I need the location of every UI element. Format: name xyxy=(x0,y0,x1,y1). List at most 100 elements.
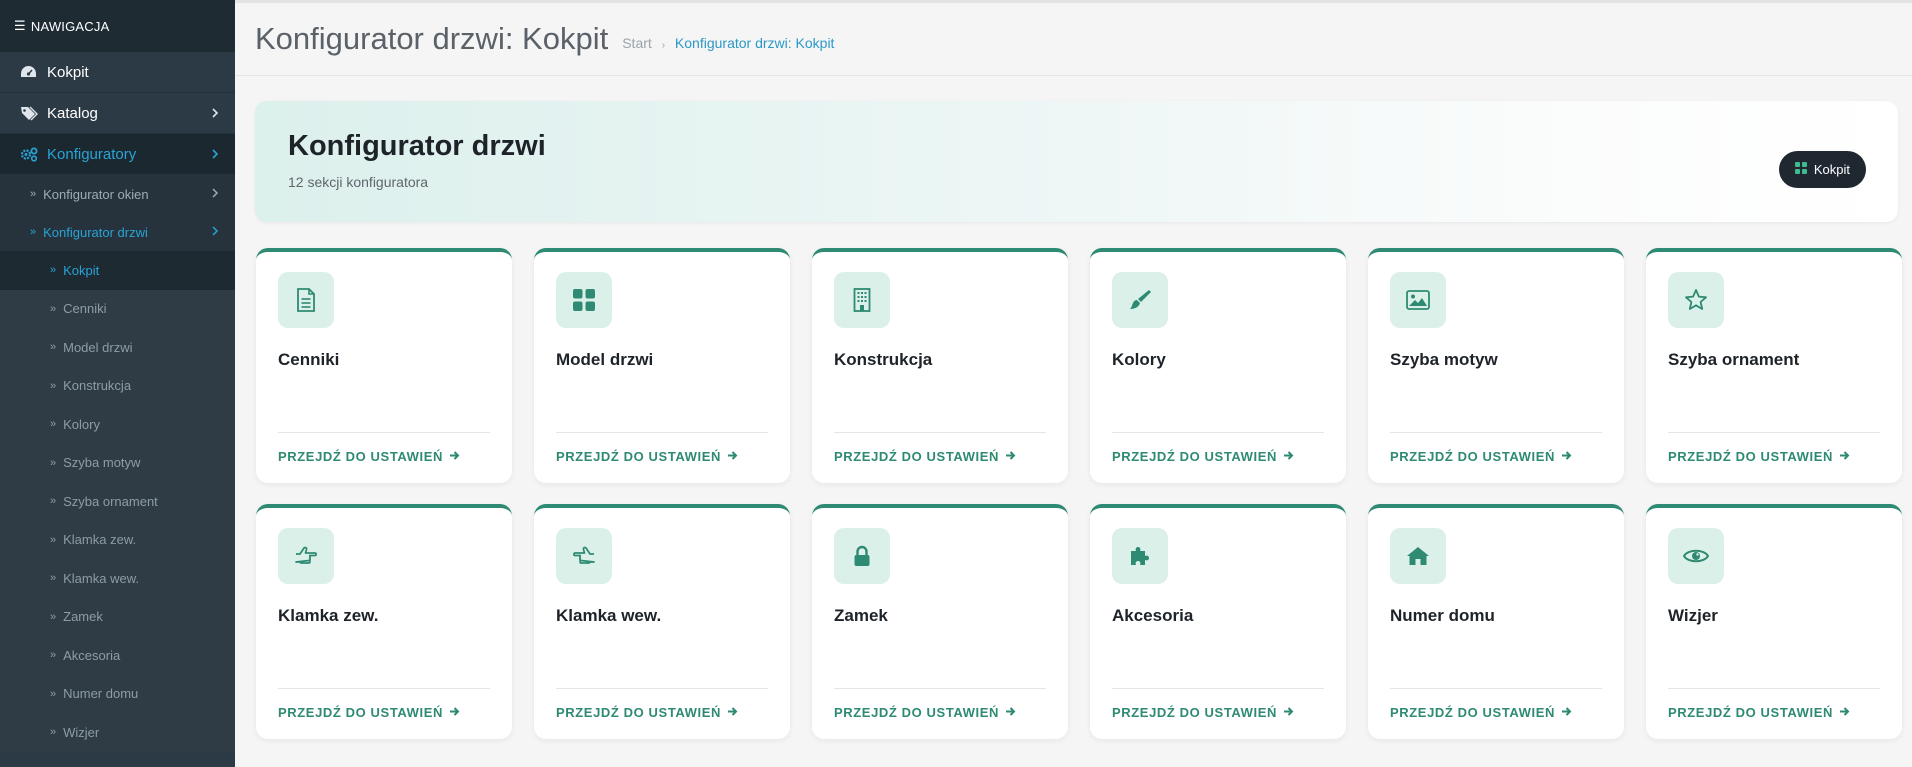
card-link-label: PRZEJDŹ DO USTAWIEŃ xyxy=(834,705,1000,720)
arrow-right-icon xyxy=(1283,449,1294,464)
card-wizjer[interactable]: Wizjer PRZEJDŹ DO USTAWIEŃ xyxy=(1646,504,1902,739)
puzzle-icon xyxy=(1112,528,1168,584)
double-chevron-icon: » xyxy=(50,495,57,508)
card-link[interactable]: PRZEJDŹ DO USTAWIEŃ xyxy=(1112,449,1294,464)
breadcrumb-home[interactable]: Start xyxy=(622,35,652,51)
sidebar-item-label: Kolory xyxy=(63,416,100,432)
card-szyba-motyw[interactable]: Szyba motyw PRZEJDŹ DO USTAWIEŃ xyxy=(1368,248,1624,483)
double-chevron-icon: » xyxy=(30,188,37,200)
sidebar-item-kokpit-drzwi[interactable]: » Kokpit xyxy=(0,251,235,290)
card-link[interactable]: PRZEJDŹ DO USTAWIEŃ xyxy=(1668,705,1850,720)
lock-icon xyxy=(834,528,890,584)
card-link-label: PRZEJDŹ DO USTAWIEŃ xyxy=(1668,705,1834,720)
arrow-right-icon xyxy=(1005,449,1016,464)
card-link[interactable]: PRZEJDŹ DO USTAWIEŃ xyxy=(278,705,460,720)
arrow-right-icon xyxy=(449,449,460,464)
tags-icon xyxy=(20,106,42,121)
nav-header[interactable]: ☰ NAWIGACJA xyxy=(0,0,235,52)
arrow-right-icon xyxy=(727,449,738,464)
sidebar-item-katalog[interactable]: Katalog xyxy=(0,93,235,134)
card-konstrukcja[interactable]: Konstrukcja PRZEJDŹ DO USTAWIEŃ xyxy=(812,248,1068,483)
card-link[interactable]: PRZEJDŹ DO USTAWIEŃ xyxy=(556,705,738,720)
sidebar-item-wizjer[interactable]: » Wizjer xyxy=(0,713,235,752)
card-link[interactable]: PRZEJDŹ DO USTAWIEŃ xyxy=(834,705,1016,720)
card-klamka-wew[interactable]: Klamka wew. PRZEJDŹ DO USTAWIEŃ xyxy=(534,504,790,739)
double-chevron-icon: » xyxy=(50,687,57,700)
sidebar-item-label: Konfiguratory xyxy=(47,145,137,163)
sidebar-item-konfigurator-okien[interactable]: » Konfigurator okien xyxy=(0,175,235,213)
card-title: Klamka zew. xyxy=(278,606,379,625)
sidebar-item-cenniki[interactable]: » Cenniki xyxy=(0,290,235,329)
double-chevron-icon: » xyxy=(30,226,37,238)
card-link[interactable]: PRZEJDŹ DO USTAWIEŃ xyxy=(1390,705,1572,720)
arrow-right-icon xyxy=(1839,449,1850,464)
card-title: Zamek xyxy=(834,606,888,625)
chevron-right-icon xyxy=(211,106,219,123)
divider xyxy=(1390,688,1602,689)
double-chevron-icon: » xyxy=(50,302,57,315)
sidebar-item-konfigurator-drzwi[interactable]: » Konfigurator drzwi xyxy=(0,213,235,251)
card-title: Cenniki xyxy=(278,350,340,369)
sidebar-item-konstrukcja[interactable]: » Konstrukcja xyxy=(0,367,235,406)
card-szyba-ornament[interactable]: Szyba ornament PRZEJDŹ DO USTAWIEŃ xyxy=(1646,248,1902,483)
card-link-label: PRZEJDŹ DO USTAWIEŃ xyxy=(1112,449,1278,464)
sidebar-item-label: Konfigurator drzwi xyxy=(43,224,148,240)
card-cenniki[interactable]: Cenniki PRZEJDŹ DO USTAWIEŃ xyxy=(256,248,512,483)
sidebar-item-szyba-motyw[interactable]: » Szyba motyw xyxy=(0,444,235,483)
breadcrumb-current[interactable]: Konfigurator drzwi: Kokpit xyxy=(675,35,835,51)
sidebar-item-numer-domu[interactable]: » Numer domu xyxy=(0,675,235,714)
divider xyxy=(1112,432,1324,433)
card-link-label: PRZEJDŹ DO USTAWIEŃ xyxy=(1390,705,1556,720)
kokpit-button-label: Kokpit xyxy=(1813,162,1850,177)
card-link[interactable]: PRZEJDŹ DO USTAWIEŃ xyxy=(556,449,738,464)
sidebar-item-kolory[interactable]: » Kolory xyxy=(0,405,235,444)
card-title: Konstrukcja xyxy=(834,350,933,369)
submenu-konfigurator-drzwi: » Kokpit » Cenniki » Model drzwi » Konstrukc… xyxy=(0,251,235,752)
double-chevron-icon: » xyxy=(50,379,57,392)
menu-icon: ☰ xyxy=(14,18,26,33)
building-icon xyxy=(834,272,890,328)
sidebar-item-label: Numer domu xyxy=(63,686,139,702)
hero-title: Konfigurator drzwi xyxy=(288,130,546,162)
card-numer-domu[interactable]: Numer domu PRZEJDŹ DO USTAWIEŃ xyxy=(1368,504,1624,739)
card-link[interactable]: PRZEJDŹ DO USTAWIEŃ xyxy=(1668,449,1850,464)
double-chevron-icon: » xyxy=(50,533,57,546)
hero-subtitle: 12 sekcji konfiguratora xyxy=(288,174,429,190)
kokpit-button[interactable]: Kokpit xyxy=(1778,151,1866,188)
card-kolory[interactable]: Kolory PRZEJDŹ DO USTAWIEŃ xyxy=(1090,248,1346,483)
dashboard-icon xyxy=(20,65,42,79)
card-klamka-zew[interactable]: Klamka zew. PRZEJDŹ DO USTAWIEŃ xyxy=(256,504,512,739)
double-chevron-icon: » xyxy=(50,341,57,354)
card-akcesoria[interactable]: Akcesoria PRZEJDŹ DO USTAWIEŃ xyxy=(1090,504,1346,739)
sidebar-item-konfiguratory[interactable]: Konfiguratory xyxy=(0,134,235,175)
sidebar-item-zamek[interactable]: » Zamek xyxy=(0,598,235,637)
hero-banner: Konfigurator drzwi 12 sekcji konfigurato… xyxy=(255,101,1898,222)
sidebar-item-klamka-wew[interactable]: » Klamka wew. xyxy=(0,559,235,598)
double-chevron-icon: » xyxy=(50,572,57,585)
card-link-label: PRZEJDŹ DO USTAWIEŃ xyxy=(1668,449,1834,464)
card-model-drzwi[interactable]: Model drzwi PRZEJDŹ DO USTAWIEŃ xyxy=(534,248,790,483)
sidebar-item-label: Model drzwi xyxy=(63,339,133,355)
nav-header-label: NAWIGACJA xyxy=(30,18,110,34)
image-icon xyxy=(1390,272,1446,328)
sidebar-item-label: Klamka zew. xyxy=(63,532,137,548)
double-chevron-icon: » xyxy=(50,418,57,431)
sidebar-item-kokpit[interactable]: Kokpit xyxy=(0,52,235,93)
sidebar-item-klamka-zew[interactable]: » Klamka zew. xyxy=(0,521,235,560)
card-link[interactable]: PRZEJDŹ DO USTAWIEŃ xyxy=(1112,705,1294,720)
sidebar-item-model-drzwi[interactable]: » Model drzwi xyxy=(0,328,235,367)
card-zamek[interactable]: Zamek PRZEJDŹ DO USTAWIEŃ xyxy=(812,504,1068,739)
card-link[interactable]: PRZEJDŹ DO USTAWIEŃ xyxy=(1390,449,1572,464)
sidebar-item-label: Szyba ornament xyxy=(63,493,158,509)
card-link[interactable]: PRZEJDŹ DO USTAWIEŃ xyxy=(834,449,1016,464)
sidebar-item-szyba-ornament[interactable]: » Szyba ornament xyxy=(0,482,235,521)
sidebar-item-label: Zamek xyxy=(63,609,103,625)
sidebar-item-akcesoria[interactable]: » Akcesoria xyxy=(0,636,235,675)
sidebar-item-label: Kokpit xyxy=(63,262,100,278)
divider xyxy=(1112,688,1324,689)
breadcrumb-separator: › xyxy=(661,40,666,51)
arrow-right-icon xyxy=(1005,705,1016,720)
card-link[interactable]: PRZEJDŹ DO USTAWIEŃ xyxy=(278,449,460,464)
card-link-label: PRZEJDŹ DO USTAWIEŃ xyxy=(278,705,444,720)
chevron-right-icon xyxy=(211,187,219,202)
